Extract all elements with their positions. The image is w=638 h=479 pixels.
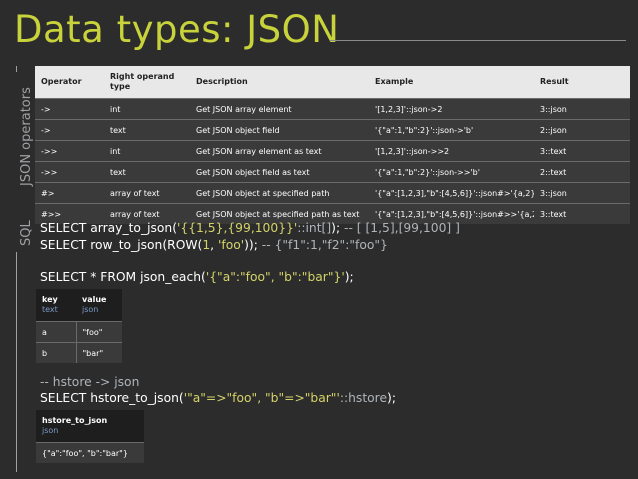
code-text: ); [387, 391, 396, 405]
column-name: value [82, 295, 107, 304]
cell-operator: ->> [35, 161, 104, 183]
cell-operand: text [104, 161, 190, 183]
cell-operand: text [104, 119, 190, 141]
code-string: 'foo' [217, 238, 245, 252]
code-text: )); [244, 238, 262, 252]
code-string: '"a"=>"foo", "b"=>"bar"' [183, 391, 340, 405]
result-cell-key: a [36, 321, 77, 343]
column-name: hstore_to_json [42, 416, 108, 425]
cell-description: Get JSON array element as text [190, 140, 369, 162]
cell-operator: ->> [35, 140, 104, 162]
result-header-key: key text [36, 289, 76, 322]
cell-operand: int [104, 98, 190, 120]
result-cell-value: {"a":"foo", "b":"bar"} [36, 442, 144, 463]
sql-hstore-comment: -- hstore -> json [40, 375, 140, 389]
result-header-row: key text value json [36, 289, 122, 322]
result-header-row: hstore_to_json json [36, 410, 144, 443]
cell-result: 2::json [534, 119, 630, 141]
table-row: #> array of text Get JSON object at spec… [35, 182, 630, 204]
column-name: key [42, 295, 58, 304]
table-row: ->> int Get JSON array element as text '… [35, 140, 630, 162]
code-cast: ::hstore [339, 391, 388, 405]
table-row: -> int Get JSON array element '[1,2,3]':… [35, 98, 630, 120]
cell-operand: int [104, 140, 190, 162]
sql-array-to-json: SELECT array_to_json('{{1,5},{99,100}}':… [40, 221, 460, 235]
column-type: json [82, 305, 99, 314]
column-type: text [42, 305, 58, 314]
sql-row-to-json: SELECT row_to_json(ROW(1, 'foo')); -- {"… [40, 238, 388, 252]
sql-hstore-to-json: SELECT hstore_to_json('"a"=>"foo", "b"=>… [40, 391, 396, 405]
table-row: {"a":"foo", "b":"bar"} [36, 442, 144, 463]
code-text: ); [344, 270, 354, 284]
cell-operator: -> [35, 98, 104, 120]
cell-description: Get JSON array element [190, 98, 369, 120]
header-right-operand: Right operand type [104, 66, 190, 99]
cell-result: 3::json [534, 182, 630, 204]
code-text: SELECT hstore_to_json( [40, 391, 184, 405]
code-string: '{"a":"foo", "b":"bar"}' [205, 270, 345, 284]
table-row: b "bar" [36, 342, 122, 363]
code-cast: ::int[] [297, 221, 332, 235]
result-cell-value: "bar" [76, 342, 122, 363]
code-text: SELECT array_to_json( [40, 221, 178, 235]
cell-result: 3::text [534, 203, 630, 224]
hstore-result-table: hstore_to_json json {"a":"foo", "b":"bar"… [36, 410, 144, 463]
code-text: ); [331, 221, 345, 235]
cell-example: '[1,2,3]'::json->2 [369, 98, 534, 120]
header-example: Example [369, 66, 534, 99]
result-cell-value: "foo" [76, 321, 122, 343]
cell-operand: array of text [104, 182, 190, 204]
cell-result: 3::text [534, 140, 630, 162]
header-result: Result [534, 66, 630, 99]
operators-header-row: Operator Right operand type Description … [35, 66, 630, 99]
code-string: '{{1,5},{99,100}}' [177, 221, 298, 235]
side-rule-top [16, 66, 17, 72]
side-label-operators: JSON operators [19, 87, 34, 186]
code-text: SELECT row_to_json(ROW( [40, 238, 203, 252]
code-number: 1 [202, 238, 211, 252]
code-comment: -- {"f1":1,"f2":"foo"} [261, 238, 388, 252]
table-row: a "foo" [36, 321, 122, 343]
cell-result: 2::text [534, 161, 630, 183]
code-text: SELECT * FROM json_each( [40, 270, 206, 284]
result-cell-key: b [36, 342, 77, 363]
operators-table: Operator Right operand type Description … [35, 66, 630, 224]
code-text: , [210, 238, 218, 252]
column-type: json [42, 426, 59, 435]
header-operator: Operator [35, 66, 104, 99]
side-label-sql: SQL [19, 220, 34, 246]
result-header-hstore: hstore_to_json json [36, 410, 144, 443]
cell-example: '{"a":[1,2,3],"b":[4,5,6]}'::json#>'{a,2… [369, 182, 534, 204]
cell-operator: #> [35, 182, 104, 204]
table-row: ->> text Get JSON object field as text '… [35, 161, 630, 183]
cell-result: 3::json [534, 98, 630, 120]
cell-description: Get JSON object field as text [190, 161, 369, 183]
header-description: Description [190, 66, 369, 99]
slide-title: Data types: JSON [14, 8, 340, 51]
title-rule [330, 40, 626, 41]
sql-json-each: SELECT * FROM json_each('{"a":"foo", "b"… [40, 270, 354, 284]
cell-example: '{"a":1,"b":2}'::json->>'b' [369, 161, 534, 183]
table-row: -> text Get JSON object field '{"a":1,"b… [35, 119, 630, 141]
cell-example: '[1,2,3]'::json->>2 [369, 140, 534, 162]
cell-description: Get JSON object at specified path [190, 182, 369, 204]
cell-operator: -> [35, 119, 104, 141]
side-rule-sql [16, 252, 17, 472]
cell-description: Get JSON object field [190, 119, 369, 141]
code-comment: -- [ [1,5],[99,100] ] [344, 221, 460, 235]
cell-example: '{"a":1,"b":2}'::json->'b' [369, 119, 534, 141]
json-each-result-table: key text value json a "foo" b "bar" [36, 289, 122, 363]
result-header-value: value json [76, 289, 122, 322]
